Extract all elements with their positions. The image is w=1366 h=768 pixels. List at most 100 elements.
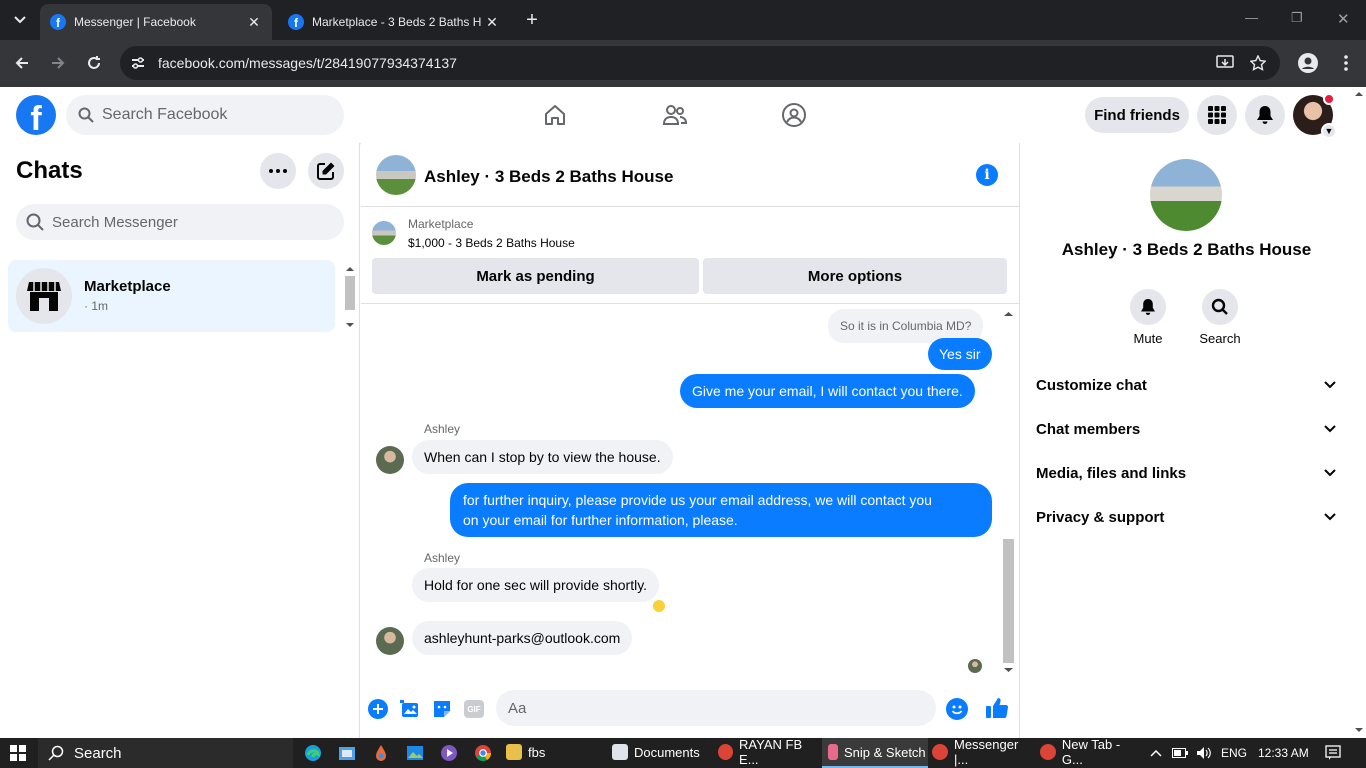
find-friends-button[interactable]: Find friends: [1085, 97, 1189, 133]
bell-icon: [1141, 299, 1155, 315]
scroll-thumb[interactable]: [1003, 539, 1014, 663]
chat-item-name: Marketplace: [84, 278, 171, 295]
chats-title: Chats: [16, 157, 83, 184]
message-bubble[interactable]: Give me your email, I will contact you t…: [680, 374, 975, 408]
forward-button[interactable]: [45, 50, 71, 76]
new-tab-button[interactable]: +: [520, 8, 544, 32]
battery-icon[interactable]: [1172, 738, 1188, 768]
chat-members-section[interactable]: Chat members: [1036, 407, 1336, 451]
thumbs-up-icon: [986, 698, 1009, 719]
account-avatar[interactable]: ▼: [1293, 93, 1337, 139]
tab-close-icon[interactable]: ✕: [484, 14, 500, 31]
message-bubble[interactable]: Hold for one sec will provide shortly.: [412, 568, 660, 602]
message-bubble[interactable]: ashleyhunt-parks@outlook.com: [412, 621, 633, 655]
close-window-icon[interactable]: ✕: [1337, 10, 1350, 28]
tray-chevron-icon[interactable]: [1150, 738, 1162, 768]
restore-icon[interactable]: ❐: [1291, 10, 1303, 26]
media-files-links-section[interactable]: Media, files and links: [1036, 451, 1336, 495]
taskbar-task-fbs[interactable]: fbs: [506, 738, 602, 768]
message-bubble[interactable]: When can I stop by to view the house.: [412, 440, 673, 474]
search-in-chat-button[interactable]: Search: [1190, 289, 1250, 346]
scroll-thumb[interactable]: [345, 276, 355, 310]
chats-sidebar: Chats Search Messenger Marketplace · 1m: [0, 143, 360, 738]
page-scrollbar[interactable]: [1352, 87, 1366, 738]
chat-options-button[interactable]: [260, 153, 296, 189]
tab-marketplace[interactable]: f Marketplace - 3 Beds 2 Baths H ✕: [278, 4, 510, 40]
customize-chat-section[interactable]: Customize chat: [1036, 363, 1336, 407]
paint-app-icon[interactable]: [370, 742, 392, 764]
notifications-button[interactable]: [1245, 95, 1285, 135]
new-message-button[interactable]: [308, 153, 344, 189]
facebook-search-input[interactable]: Search Facebook: [66, 95, 344, 135]
install-app-icon[interactable]: [1216, 55, 1234, 76]
listing-title[interactable]: $1,000 - 3 Beds 2 Baths House: [408, 236, 575, 250]
taskbar-search[interactable]: Search: [38, 738, 293, 768]
browser-menu-icon[interactable]: [1333, 50, 1359, 76]
groups-nav[interactable]: [774, 97, 814, 133]
sticker-button[interactable]: [431, 698, 453, 720]
listing-thumbnail[interactable]: [372, 221, 396, 245]
media-app-icon[interactable]: [438, 742, 460, 764]
chat-list-scrollbar[interactable]: [343, 262, 357, 330]
taskbar-task-newtab[interactable]: New Tab - G...: [1040, 737, 1144, 768]
mark-as-pending-button[interactable]: Mark as pending: [372, 258, 699, 294]
minimize-icon[interactable]: —: [1245, 10, 1258, 25]
gif-button[interactable]: GIF: [463, 698, 485, 720]
task-label: New Tab - G...: [1061, 737, 1121, 767]
tab-close-icon[interactable]: ✕: [246, 14, 262, 31]
bookmark-star-icon[interactable]: [1249, 54, 1267, 76]
facebook-logo[interactable]: f: [16, 95, 56, 135]
address-bar[interactable]: facebook.com/messages/t/2841907793437413…: [120, 46, 1280, 80]
menu-button[interactable]: [1197, 95, 1237, 135]
privacy-support-section[interactable]: Privacy & support: [1036, 495, 1336, 539]
tab-messenger[interactable]: f Messenger | Facebook ✕: [40, 4, 272, 40]
taskbar-task-snip[interactable]: Snip & Sketch: [822, 738, 928, 768]
tab-search-button[interactable]: [8, 8, 32, 32]
home-nav[interactable]: [535, 97, 575, 133]
sender-avatar[interactable]: [376, 446, 404, 474]
conversation-name[interactable]: Ashley · 3 Beds 2 Baths House: [424, 167, 673, 187]
windows-start-icon[interactable]: [10, 745, 26, 761]
messenger-search-input[interactable]: Search Messenger: [16, 204, 344, 240]
chat-item-marketplace[interactable]: Marketplace · 1m: [8, 260, 335, 332]
message-bubble[interactable]: Yes sir: [928, 338, 992, 370]
attach-photo-button[interactable]: [399, 698, 421, 720]
scroll-down-icon: [1355, 728, 1363, 732]
emoji-icon[interactable]: [946, 698, 968, 720]
profile-icon[interactable]: [1295, 50, 1321, 76]
conversation-avatar[interactable]: [376, 155, 416, 195]
chevron-down-icon: [1324, 513, 1336, 521]
language-indicator[interactable]: ENG: [1221, 738, 1247, 768]
file-explorer-app-icon[interactable]: [336, 742, 358, 764]
message-input[interactable]: Aa: [496, 690, 936, 726]
conversation-header: Ashley · 3 Beds 2 Baths House i: [361, 143, 1019, 207]
chrome-app-icon[interactable]: [472, 742, 494, 764]
volume-icon[interactable]: [1196, 738, 1212, 768]
chat-info-avatar[interactable]: [1150, 159, 1222, 231]
taskbar-task-messenger[interactable]: Messenger |...: [932, 737, 1036, 768]
back-button[interactable]: [9, 50, 35, 76]
message-scrollbar[interactable]: [1001, 307, 1016, 677]
taskbar-task-documents[interactable]: Documents: [612, 738, 712, 768]
reload-button[interactable]: [81, 50, 107, 76]
reaction-emoji-icon[interactable]: [651, 598, 667, 614]
task-label: RAYAN FB E...: [739, 737, 803, 767]
search-placeholder: Search Facebook: [102, 106, 228, 123]
sender-avatar[interactable]: [376, 627, 404, 655]
info-icon[interactable]: i: [976, 164, 998, 186]
edge-icon[interactable]: [302, 742, 324, 764]
photos-app-icon[interactable]: [404, 742, 426, 764]
chevron-down-icon: ▼: [1321, 123, 1337, 139]
message-bubble[interactable]: for further inquiry, please provide us y…: [450, 483, 992, 537]
clock[interactable]: 12:33 AM: [1258, 738, 1309, 768]
more-options-button[interactable]: More options: [703, 258, 1007, 294]
mute-button[interactable]: Mute: [1118, 289, 1178, 346]
site-settings-icon[interactable]: [130, 55, 146, 71]
taskbar-task-rayan[interactable]: RAYAN FB E...: [718, 737, 820, 768]
more-actions-button[interactable]: [367, 698, 389, 720]
like-button[interactable]: [985, 696, 1009, 720]
notification-center-icon[interactable]: [1325, 738, 1341, 768]
friends-icon: [662, 105, 688, 125]
sticker-icon: [434, 701, 450, 717]
friends-nav[interactable]: [655, 97, 695, 133]
